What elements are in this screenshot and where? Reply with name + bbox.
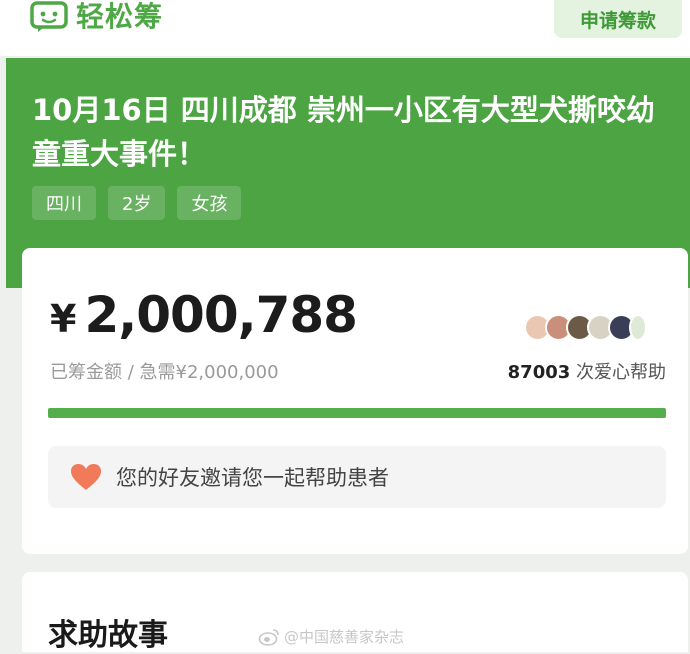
funding-progress-bar [48,408,666,418]
weibo-icon [258,628,279,646]
tag-age: 2岁 [108,186,166,220]
tag-region: 四川 [32,186,96,220]
target-label: 已筹金额 / 急需¥2,000,000 [50,362,279,383]
raised-value: 2,000,788 [84,286,358,344]
invite-banner[interactable]: 您的好友邀请您一起帮助患者 [48,446,666,508]
story-title: 求助故事 [48,618,168,653]
logo-text: 轻松筹 [76,0,164,33]
app-logo[interactable]: 轻松筹 [30,0,163,34]
apply-fundraising-button[interactable]: 申请筹款 [554,0,682,38]
watermark: @中国慈善家杂志 [258,626,404,647]
heart-icon [71,464,101,490]
invite-text: 您的好友邀请您一起帮助患者 [116,466,389,490]
top-bar: 轻松筹 申请筹款 [0,0,690,56]
tag-gender: 女孩 [177,186,242,220]
raised-amount: ¥ 2,000,788 [50,286,358,344]
helper-avatars[interactable] [524,314,647,341]
campaign-title: 10月16日 四川成都 崇州一小区有大型犬撕咬幼童重大事件！ [32,93,655,171]
avatar [629,314,647,341]
campaign-tags: 四川 2岁 女孩 [32,186,242,220]
funding-card: ¥ 2,000,788 已筹金额 / 急需¥2,000,000 87003 次爱… [22,248,688,554]
currency-symbol: ¥ [50,297,77,341]
helper-count-suffix: 次爱心帮助 [570,362,666,383]
watermark-text: @中国慈善家杂志 [284,628,405,646]
helper-count: 87003 [507,362,571,383]
logo-icon [30,1,68,32]
helper-count-line[interactable]: 87003 次爱心帮助 [508,358,666,384]
funding-progress-fill [48,408,666,418]
